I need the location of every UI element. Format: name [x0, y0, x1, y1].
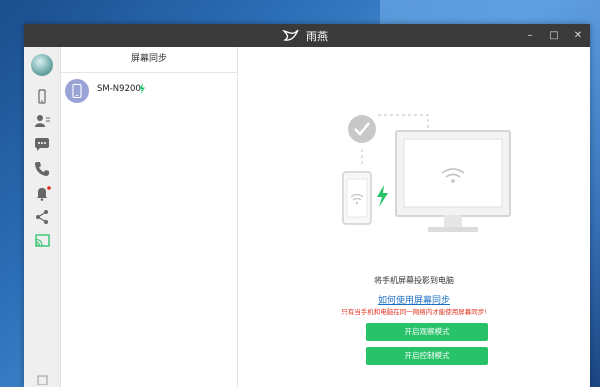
avatar[interactable]	[31, 54, 53, 76]
device-avatar	[65, 79, 89, 103]
charging-icon	[139, 83, 145, 94]
swallow-logo-icon	[282, 29, 299, 41]
minimize-button[interactable]: –	[518, 24, 542, 47]
notification-icon[interactable]	[33, 185, 51, 201]
screen-cast-icon[interactable]	[33, 233, 51, 249]
control-mode-button[interactable]: 开启控制模式	[366, 347, 488, 365]
app-window: 雨燕 – □ ✕ 屏幕同步 SM-N9200 将手机屏幕投影到电脑 如何使用屏幕…	[24, 24, 590, 387]
phone-icon	[342, 171, 372, 225]
contacts-icon[interactable]	[33, 113, 51, 129]
notification-dot	[47, 186, 51, 190]
phone-icon	[72, 84, 82, 98]
panel-header: 屏幕同步	[61, 47, 237, 73]
screen-cast-illustration	[342, 114, 511, 232]
monitor-icon	[395, 130, 511, 232]
view-mode-button[interactable]: 开启观察模式	[366, 323, 488, 341]
share-icon[interactable]	[33, 209, 51, 225]
title-bar[interactable]: 雨燕 – □ ✕	[24, 24, 590, 47]
cast-caption: 将手机屏幕投影到电脑	[374, 276, 454, 285]
device-list-item[interactable]: SM-N9200	[61, 73, 237, 107]
charging-icon	[377, 185, 388, 207]
close-button[interactable]: ✕	[566, 24, 590, 47]
device-name: SM-N9200	[97, 84, 141, 94]
call-icon[interactable]	[33, 161, 51, 177]
sidebar	[24, 47, 61, 387]
screen-sync-panel: 屏幕同步 SM-N9200	[61, 47, 238, 387]
phone-icon[interactable]	[33, 89, 51, 105]
screen-sync-main: 将手机屏幕投影到电脑 如何使用屏幕同步 只有当手机和电脑在同一网络内才能使用屏幕…	[238, 47, 590, 387]
edit-icon[interactable]	[33, 373, 51, 385]
messages-icon[interactable]	[33, 137, 51, 153]
check-icon	[348, 115, 376, 143]
maximize-button[interactable]: □	[542, 24, 566, 47]
window-title: 雨燕	[306, 30, 328, 43]
howto-link[interactable]: 如何使用屏幕同步	[238, 293, 590, 306]
network-warning: 只有当手机和电脑在同一网络内才能使用屏幕同步!	[341, 308, 487, 316]
